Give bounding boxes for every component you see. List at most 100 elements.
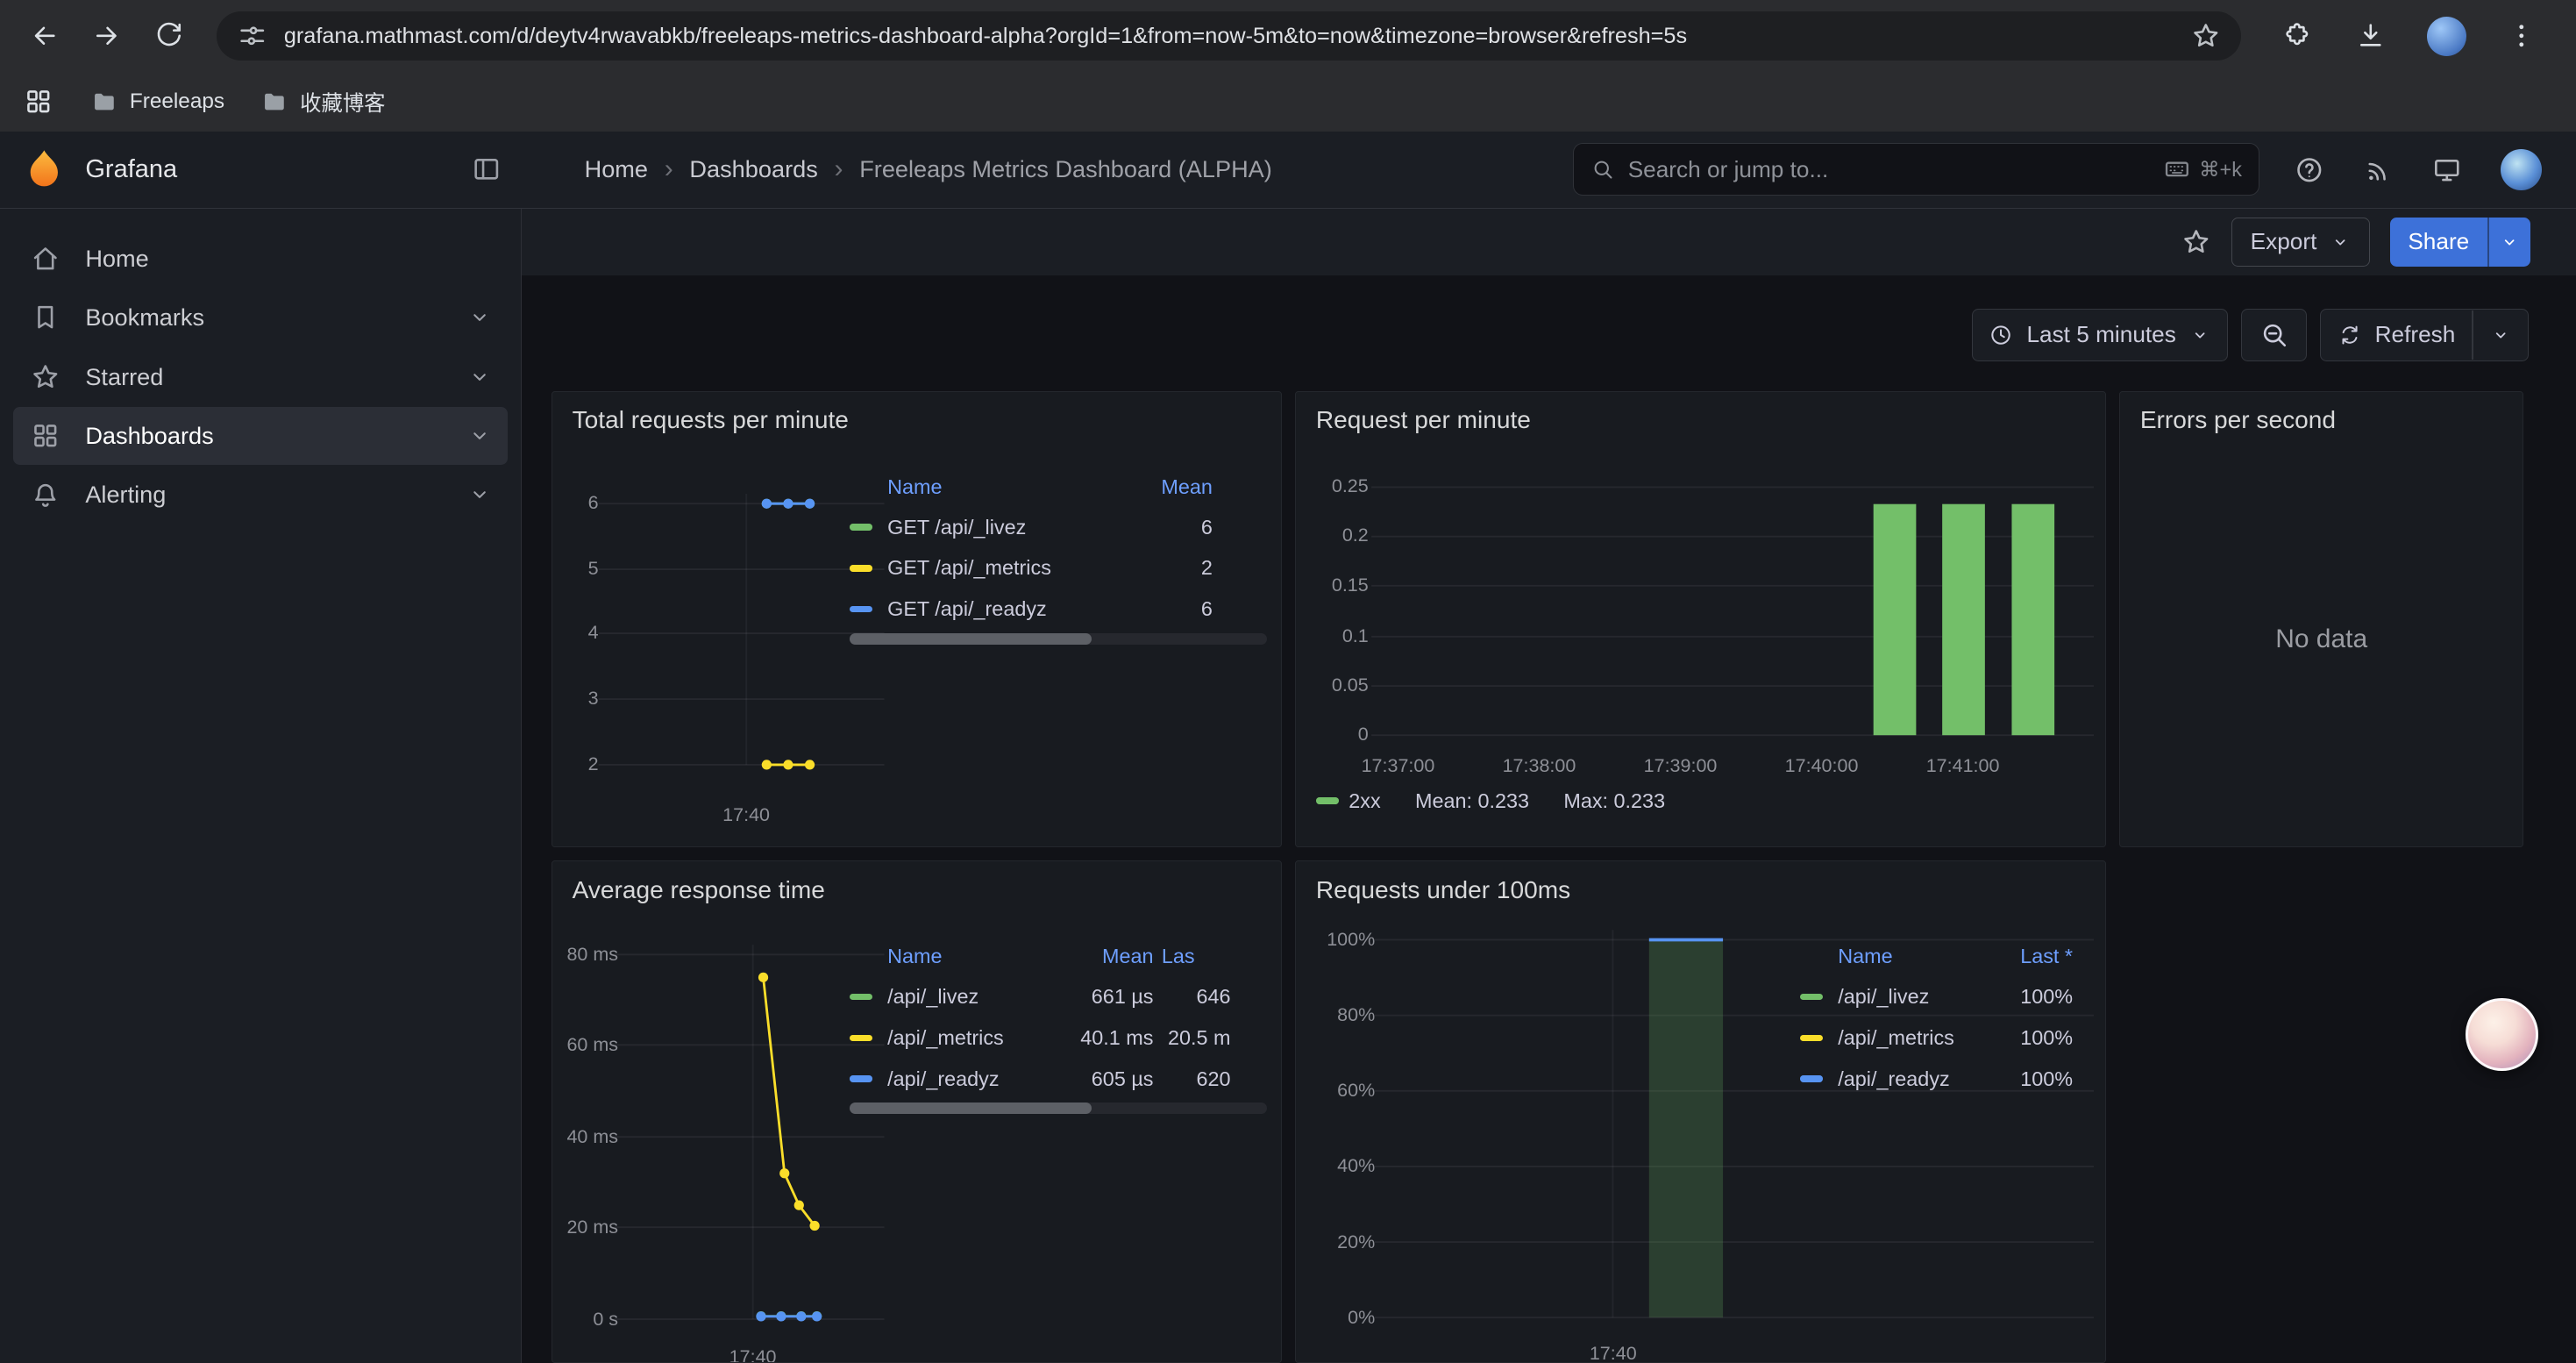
site-settings-icon[interactable] xyxy=(237,20,268,52)
breadcrumb-home[interactable]: Home xyxy=(585,155,648,183)
back-button[interactable] xyxy=(18,10,71,62)
user-avatar[interactable] xyxy=(2501,149,2542,190)
breadcrumb-dashboards[interactable]: Dashboards xyxy=(689,155,817,183)
panel-title[interactable]: Total requests per minute xyxy=(552,392,1281,435)
series-point xyxy=(756,1312,765,1322)
legend-series-row[interactable]: /api/_metrics 100% xyxy=(1800,1017,2089,1059)
legend-series-row[interactable]: /api/_livez 661 µs 646 xyxy=(850,976,1267,1017)
series-swatch xyxy=(850,994,872,1000)
sidebar-item-home[interactable]: Home xyxy=(13,230,509,288)
sidebar-item-dashboards[interactable]: Dashboards xyxy=(13,407,509,465)
floating-assistant-avatar[interactable] xyxy=(2466,998,2537,1070)
legend-col-name[interactable]: Name xyxy=(887,945,1040,968)
url-text[interactable]: grafana.mathmast.com/d/deytv4rwavabkb/fr… xyxy=(284,24,2174,49)
panel-average-response-time[interactable]: Average response time 80 ms60 ms40 ms20 … xyxy=(551,860,1282,1363)
series-mean: 40.1 ms xyxy=(1049,1026,1154,1050)
zoom-out-button[interactable] xyxy=(2241,309,2307,361)
clock-icon xyxy=(1989,323,2013,347)
forward-button[interactable] xyxy=(81,10,133,62)
chevron-down-icon[interactable] xyxy=(467,305,492,330)
panel-title[interactable]: Average response time xyxy=(552,861,1281,904)
news-button[interactable] xyxy=(2363,154,2395,186)
bookmark-folder-freeleaps[interactable]: Freeleaps xyxy=(90,88,224,116)
search-box[interactable]: ⌘+k xyxy=(1573,143,2259,196)
sidebar-item-label: Bookmarks xyxy=(85,303,204,332)
browser-menu-button[interactable] xyxy=(2495,10,2548,62)
series-name: /api/_readyz xyxy=(1838,1067,1982,1091)
series-mean: 6 xyxy=(1111,597,1213,621)
share-menu-button[interactable] xyxy=(2489,232,2530,253)
panel-left-icon xyxy=(471,153,502,185)
sidebar-item-starred[interactable]: Starred xyxy=(13,348,509,406)
legend-series-row[interactable]: /api/_metrics 40.1 ms 20.5 m xyxy=(850,1017,1267,1059)
series-mean: Mean: 0.233 xyxy=(1415,789,1529,813)
extensions-button[interactable] xyxy=(2269,10,2322,62)
bookmark-star-icon[interactable] xyxy=(2190,20,2222,52)
refresh-button[interactable]: Refresh xyxy=(2320,309,2529,361)
legend-row[interactable]: 2xx Mean: 0.233 Max: 0.233 xyxy=(1316,789,1665,813)
sidebar-toggle-button[interactable] xyxy=(471,153,502,185)
profile-button[interactable] xyxy=(2420,10,2473,62)
panel-request-per-minute[interactable]: Request per minute 0.250.20.150.10.05017… xyxy=(1295,391,2106,848)
legend-header: Name Last * xyxy=(1800,937,2089,976)
legend-series-row[interactable]: /api/_livez 100% xyxy=(1800,976,2089,1017)
chevron-down-icon[interactable] xyxy=(467,482,492,507)
series-last: 100% xyxy=(1990,985,2073,1009)
panel-total-requests-per-minute[interactable]: Total requests per minute 6543217:40 Nam… xyxy=(551,391,1282,848)
bar xyxy=(1649,940,1723,1318)
grafana-logo[interactable] xyxy=(23,148,66,191)
panel-title[interactable]: Requests under 100ms xyxy=(1296,861,2105,904)
url-bar[interactable]: grafana.mathmast.com/d/deytv4rwavabkb/fr… xyxy=(217,11,2241,61)
scrollbar-thumb[interactable] xyxy=(850,633,1092,645)
series-swatch xyxy=(1800,1035,1823,1041)
legend-series-row[interactable]: /api/_readyz 605 µs 620 xyxy=(850,1059,1267,1100)
legend-col-name[interactable]: Name xyxy=(1838,945,1982,968)
series-point xyxy=(812,1312,822,1322)
series-point xyxy=(805,760,815,769)
chevron-down-icon[interactable] xyxy=(2490,325,2511,346)
legend-col-mean[interactable]: Mean xyxy=(1049,945,1154,968)
legend-series-row[interactable]: /api/_readyz 100% xyxy=(1800,1059,2089,1100)
series-point xyxy=(794,1201,804,1210)
chevron-down-icon[interactable] xyxy=(467,365,492,389)
bookmark-folder-blogs[interactable]: 收藏博客 xyxy=(260,87,385,118)
folder-icon xyxy=(90,88,118,116)
search-input[interactable] xyxy=(1628,156,2150,183)
sidebar-item-bookmarks[interactable]: Bookmarks xyxy=(13,289,509,347)
help-button[interactable] xyxy=(2294,154,2325,186)
series-name: GET /api/_livez xyxy=(887,516,1102,539)
panel-errors-per-second[interactable]: Errors per second No data xyxy=(2119,391,2523,848)
legend-col-last[interactable]: Last * xyxy=(1990,945,2073,968)
panel-title[interactable]: Errors per second xyxy=(2120,392,2523,435)
legend-scrollbar[interactable] xyxy=(850,1103,1267,1114)
legend-series-row[interactable]: GET /api/_livez 6 xyxy=(850,507,1267,548)
series-last: 20.5 m xyxy=(1162,1026,1231,1050)
monitor-icon xyxy=(2431,154,2463,186)
downloads-button[interactable] xyxy=(2345,10,2397,62)
legend-col-name[interactable]: Name xyxy=(887,475,1102,499)
dashboard-grid: Total requests per minute 6543217:40 Nam… xyxy=(551,391,2576,1363)
sidebar-item-alerting[interactable]: Alerting xyxy=(13,467,509,525)
panel-title[interactable]: Request per minute xyxy=(1296,392,2105,435)
legend-col-last[interactable]: Las xyxy=(1162,945,1231,968)
share-button[interactable]: Share xyxy=(2390,218,2530,267)
total-requests-chart: 6543217:40 xyxy=(556,467,885,837)
favorite-dashboard-button[interactable] xyxy=(2181,226,2212,258)
legend-col-mean[interactable]: Mean xyxy=(1111,475,1213,499)
legend-series-row[interactable]: GET /api/_metrics 2 xyxy=(850,547,1267,589)
reload-button[interactable] xyxy=(143,10,196,62)
chevron-down-icon[interactable] xyxy=(467,424,492,448)
panel-requests-under-100ms[interactable]: Requests under 100ms 100%80%60%40%20%0%1… xyxy=(1295,860,2106,1363)
legend-series-row[interactable]: GET /api/_readyz 6 xyxy=(850,589,1267,630)
time-range-picker[interactable]: Last 5 minutes xyxy=(1972,309,2228,361)
brand-name: Grafana xyxy=(85,155,452,184)
divider xyxy=(2472,310,2473,360)
grafana-header: Grafana Home › Dashboards › Freeleaps Me… xyxy=(0,132,2576,209)
scrollbar-thumb[interactable] xyxy=(850,1103,1092,1114)
apps-shortcut-button[interactable] xyxy=(23,86,54,118)
series-point xyxy=(809,1221,819,1231)
legend-scrollbar[interactable] xyxy=(850,633,1267,645)
header-left: Grafana xyxy=(0,148,522,191)
export-button[interactable]: Export xyxy=(2231,218,2370,267)
kiosk-mode-button[interactable] xyxy=(2431,154,2463,186)
